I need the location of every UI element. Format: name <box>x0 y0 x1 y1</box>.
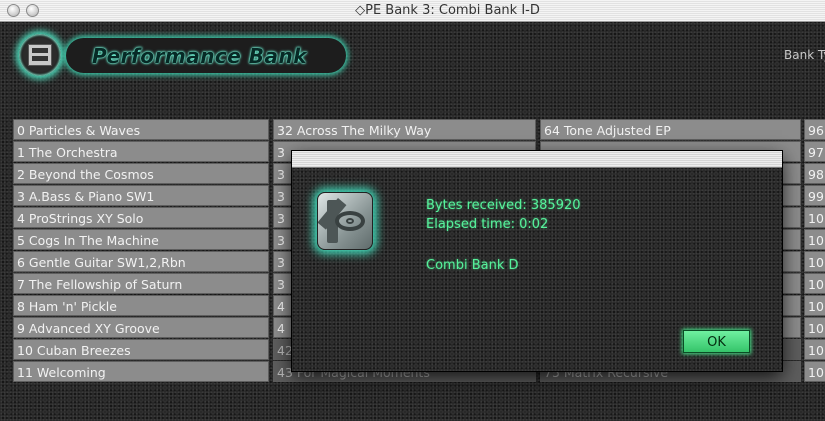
program-cell[interactable]: 10 <box>804 361 825 382</box>
transfer-dialog: Bytes received: 385920 Elapsed time: 0:0… <box>292 151 782 371</box>
program-cell[interactable]: 10 <box>804 251 825 272</box>
program-cell[interactable]: 7 The Fellowship of Saturn <box>13 273 269 294</box>
program-cell[interactable]: 10 <box>804 295 825 316</box>
program-cell[interactable]: 5 Cogs In The Machine <box>13 229 269 250</box>
ok-button[interactable]: OK <box>683 330 750 353</box>
program-cell[interactable]: 10 <box>804 207 825 228</box>
program-cell[interactable]: 64 Tone Adjusted EP <box>540 119 801 140</box>
bank-type-label: Bank Ty <box>784 48 825 62</box>
bank-name-text: Combi Bank D <box>426 258 519 273</box>
program-cell[interactable]: 3 A.Bass & Piano SW1 <box>13 185 269 206</box>
program-cell[interactable]: 97 <box>804 141 825 162</box>
grid-column-1: 0 Particles & Waves 1 The Orchestra 2 Beyo… <box>13 119 269 383</box>
program-cell[interactable]: 10 <box>804 229 825 250</box>
bytes-received-text: Bytes received: 385920 <box>426 198 581 213</box>
program-cell[interactable]: 10 <box>804 317 825 338</box>
program-cell[interactable]: 10 <box>804 273 825 294</box>
program-cell[interactable]: 10 Cuban Breezes <box>13 339 269 360</box>
program-cell[interactable]: 10 <box>804 339 825 360</box>
dialog-body: Bytes received: 385920 Elapsed time: 0:0… <box>292 168 782 371</box>
program-cell[interactable]: 0 Particles & Waves <box>13 119 269 140</box>
program-cell[interactable]: 2 Beyond the Cosmos <box>13 163 269 184</box>
program-cell[interactable]: 1 The Orchestra <box>13 141 269 162</box>
program-cell[interactable]: 4 ProStrings XY Solo <box>13 207 269 228</box>
program-cell[interactable]: 98 <box>804 163 825 184</box>
grid-column-4: 96 97 98 99 10 10 10 10 10 10 10 10 <box>804 119 825 383</box>
program-cell[interactable]: 99 <box>804 185 825 206</box>
program-cell[interactable]: 9 Advanced XY Groove <box>13 317 269 338</box>
window-title: ◇PE Bank 3: Combi Bank I-D <box>355 3 540 18</box>
performance-bank-icon <box>19 34 61 76</box>
korg-k-logo-icon <box>317 192 373 250</box>
page-title: Performance Bank <box>92 44 308 68</box>
program-cell[interactable]: 32 Across The Milky Way <box>273 119 536 140</box>
window-title-bar[interactable]: ◇PE Bank 3: Combi Bank I-D <box>0 0 825 22</box>
program-cell[interactable]: 96 <box>804 119 825 140</box>
program-cell[interactable]: 11 Welcoming <box>13 361 269 382</box>
elapsed-time-text: Elapsed time: 0:02 <box>426 217 549 232</box>
program-cell[interactable]: 6 Gentle Guitar SW1,2,Rbn <box>13 251 269 272</box>
dialog-title-bar[interactable] <box>292 151 782 168</box>
program-cell[interactable]: 8 Ham 'n' Pickle <box>13 295 269 316</box>
